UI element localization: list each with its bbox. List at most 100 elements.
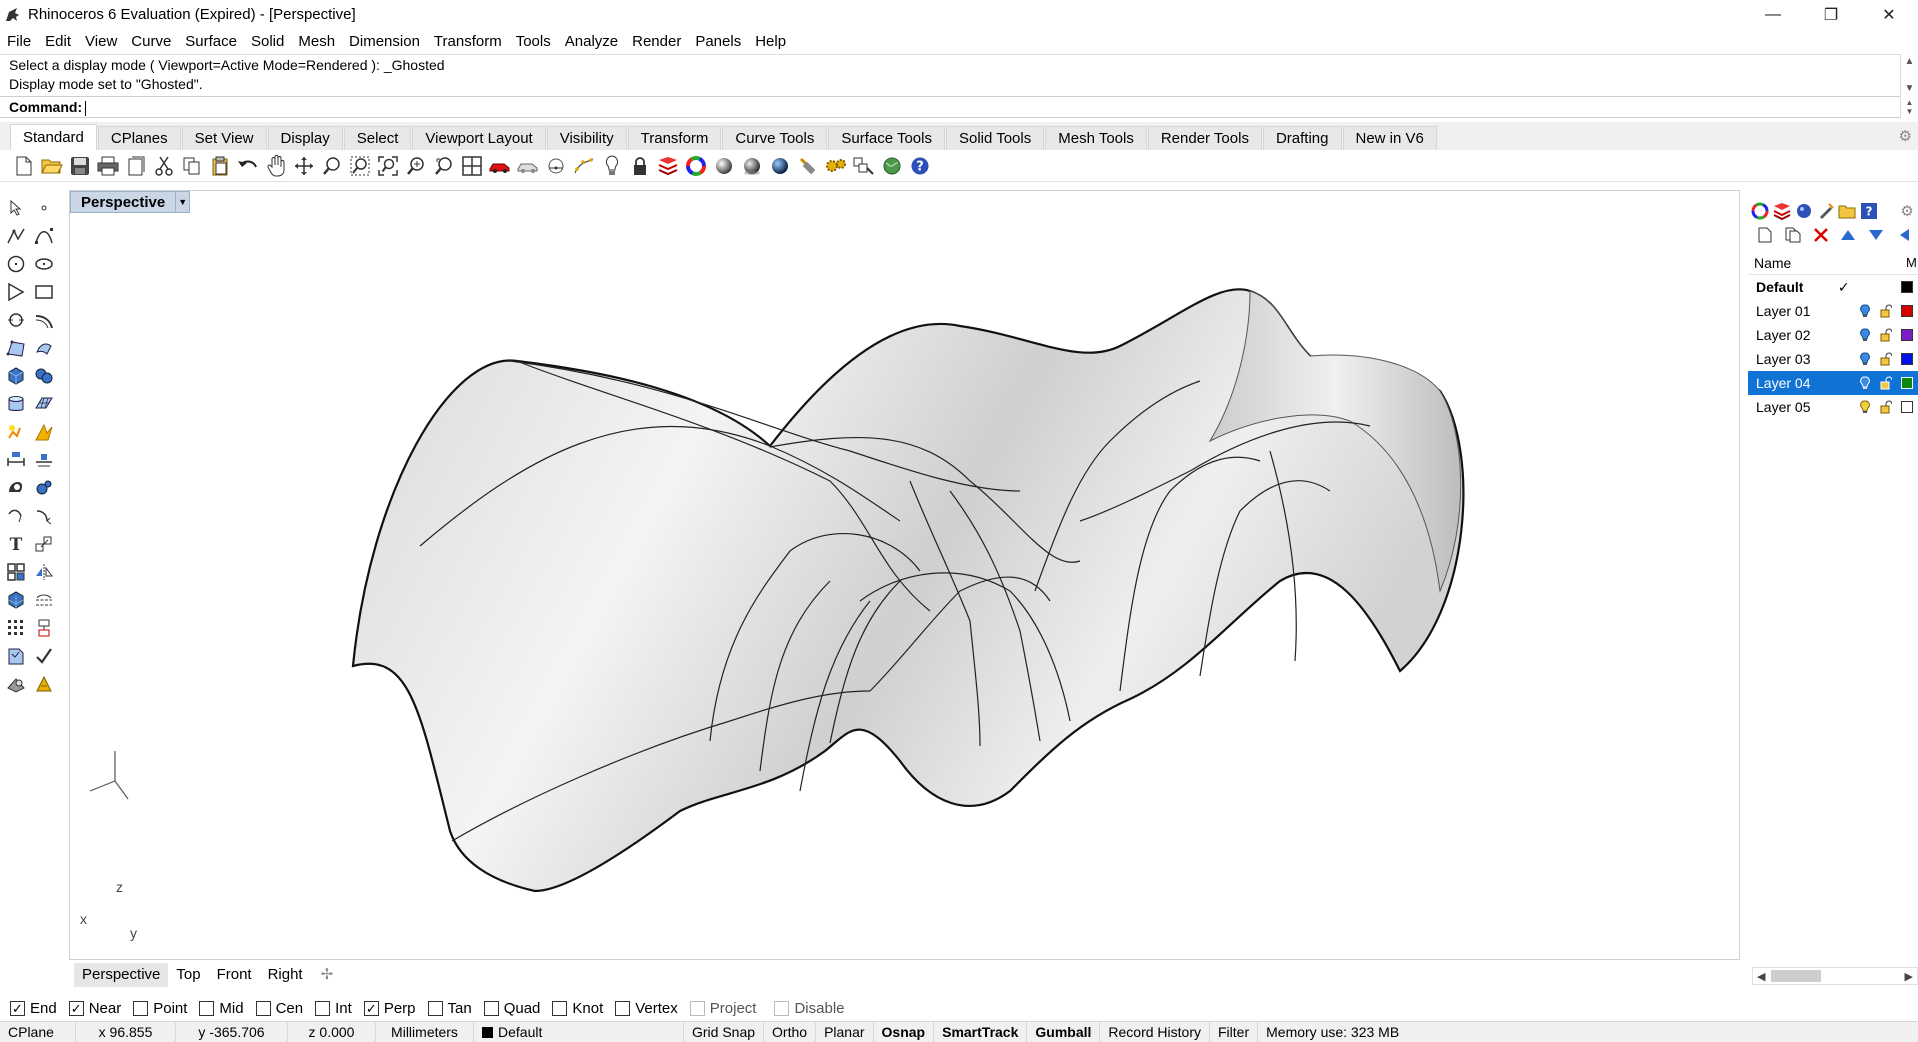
spin-up-icon[interactable]: ▲ (1906, 98, 1914, 107)
checkbox[interactable] (255, 1000, 271, 1016)
menu-panels[interactable]: Panels (688, 29, 748, 54)
shaded-sphere-icon[interactable] (710, 152, 738, 180)
scroll-right-icon[interactable]: ▶ (1905, 970, 1913, 983)
checkbox[interactable] (483, 1000, 499, 1016)
tab-surface-tools[interactable]: Surface Tools (828, 126, 945, 150)
layer-visibility-bulb-icon[interactable] (1854, 323, 1875, 347)
point-icon[interactable] (30, 194, 58, 222)
open-file-icon[interactable] (38, 152, 66, 180)
ortho-toggle[interactable]: Ortho (764, 1021, 817, 1042)
osnap-perp[interactable]: ✓ Perp (363, 1000, 416, 1017)
layer-row[interactable]: Layer 03 (1748, 347, 1918, 371)
lock-icon[interactable] (626, 152, 654, 180)
block-icon[interactable] (30, 614, 58, 642)
menu-tools[interactable]: Tools (509, 29, 558, 54)
tab-cplanes[interactable]: CPlanes (97, 126, 181, 150)
osnap-knot[interactable]: Knot (552, 1000, 603, 1017)
menu-surface[interactable]: Surface (178, 29, 244, 54)
layers-panel-icon[interactable] (1771, 200, 1793, 222)
zoom-window-icon[interactable] (346, 152, 374, 180)
tab-select[interactable]: Select (343, 126, 412, 150)
tab-curve-tools[interactable]: Curve Tools (722, 126, 828, 150)
tab-display[interactable]: Display (267, 126, 343, 150)
box-solid-icon[interactable] (2, 362, 30, 390)
tab-standard[interactable]: Standard (10, 124, 97, 150)
panel-gear-icon[interactable]: ⚙ (1896, 200, 1918, 222)
checkbox[interactable] (427, 1000, 443, 1016)
planar-toggle[interactable]: Planar (816, 1021, 874, 1042)
checkbox[interactable] (315, 1000, 331, 1016)
tab-mesh-tools[interactable]: Mesh Tools (1045, 126, 1147, 150)
osnap-mid[interactable]: Mid (199, 1000, 244, 1017)
layer-color-swatch[interactable] (1901, 281, 1914, 293)
menu-edit[interactable]: Edit (38, 29, 78, 54)
layer-name-column-header[interactable]: Name (1754, 255, 1791, 271)
osnap-near[interactable]: ✓ Near (68, 1000, 121, 1017)
zoom-extents-all-icon[interactable] (430, 152, 458, 180)
layer-material-column-header[interactable]: M (1906, 251, 1918, 275)
grid-points-icon[interactable] (2, 614, 30, 642)
rectangle-icon[interactable] (30, 278, 58, 306)
layer-lock-icon[interactable] (1876, 347, 1897, 371)
layer-visibility-bulb-icon[interactable] (1854, 395, 1875, 419)
command-line-spinner[interactable]: ▲ ▼ (1900, 96, 1918, 118)
osnap-disable[interactable]: Disable (774, 1000, 845, 1017)
osnap-tan[interactable]: Tan (427, 1000, 472, 1017)
ellipse-icon[interactable] (30, 250, 58, 278)
scroll-left-icon[interactable]: ◀ (1757, 970, 1765, 983)
pan-hand-icon[interactable] (262, 152, 290, 180)
render-material-icon[interactable] (2, 670, 30, 698)
car-object-icon[interactable] (486, 152, 514, 180)
menu-transform[interactable]: Transform (427, 29, 509, 54)
circle-icon[interactable] (2, 250, 30, 278)
new-sublayer-icon[interactable] (1779, 224, 1807, 246)
undo-icon[interactable] (234, 152, 262, 180)
page-setup-icon[interactable] (122, 152, 150, 180)
gears-icon[interactable] (822, 152, 850, 180)
cplane-indicator[interactable]: CPlane (0, 1021, 76, 1042)
analyze-icon[interactable] (2, 642, 30, 670)
checkbox[interactable] (774, 1000, 790, 1016)
menu-render[interactable]: Render (625, 29, 688, 54)
arc-icon[interactable] (2, 502, 30, 530)
control-point-curve-icon[interactable] (30, 222, 58, 250)
polygon-icon[interactable] (2, 278, 30, 306)
osnap-toggle[interactable]: Osnap (874, 1021, 935, 1042)
check-icon[interactable] (30, 642, 58, 670)
filter-toggle[interactable]: Filter (1210, 1021, 1259, 1042)
scale-icon[interactable] (30, 530, 58, 558)
units-indicator[interactable]: Millimeters (376, 1021, 474, 1042)
help-panel-icon[interactable]: ? (1858, 200, 1880, 222)
layers-horizontal-scrollbar[interactable]: ◀ ▶ (1752, 967, 1918, 985)
globe-icon[interactable] (878, 152, 906, 180)
checkbox[interactable] (133, 1000, 149, 1016)
files-panel-icon[interactable] (1836, 200, 1858, 222)
layer-color-swatch[interactable] (1901, 329, 1914, 341)
save-icon[interactable] (66, 152, 94, 180)
osnap-vertex[interactable]: Vertex (615, 1000, 678, 1017)
light-bulb-icon[interactable] (598, 152, 626, 180)
tab-render-tools[interactable]: Render Tools (1147, 126, 1262, 150)
menu-view[interactable]: View (78, 29, 124, 54)
select-curve-icon[interactable] (542, 152, 570, 180)
layer-row-selected[interactable]: Layer 04 (1748, 371, 1918, 395)
checkbox[interactable] (199, 1000, 215, 1016)
tab-set-view[interactable]: Set View (181, 126, 267, 150)
copy-icon[interactable] (178, 152, 206, 180)
checkbox-checked[interactable]: ✓ (363, 1000, 379, 1016)
osnap-point[interactable]: Point (133, 1000, 187, 1017)
move-layer-up-icon[interactable] (1834, 224, 1862, 246)
layer-lock-icon[interactable] (1876, 299, 1897, 323)
surface-from-points-icon[interactable] (2, 334, 30, 362)
minimize-button[interactable]: — (1744, 0, 1802, 29)
move-layer-down-icon[interactable] (1862, 224, 1890, 246)
rendered-sphere-icon[interactable] (738, 152, 766, 180)
select-arrow-icon[interactable] (2, 194, 30, 222)
zoom-selected-icon[interactable] (402, 152, 430, 180)
render-sphere-blue-icon[interactable] (766, 152, 794, 180)
zoom-dynamic-icon[interactable] (318, 152, 346, 180)
menu-analyze[interactable]: Analyze (558, 29, 625, 54)
layer-lock-icon[interactable] (1876, 323, 1897, 347)
menu-help[interactable]: Help (748, 29, 793, 54)
viewport-tab-front[interactable]: Front (209, 963, 260, 987)
